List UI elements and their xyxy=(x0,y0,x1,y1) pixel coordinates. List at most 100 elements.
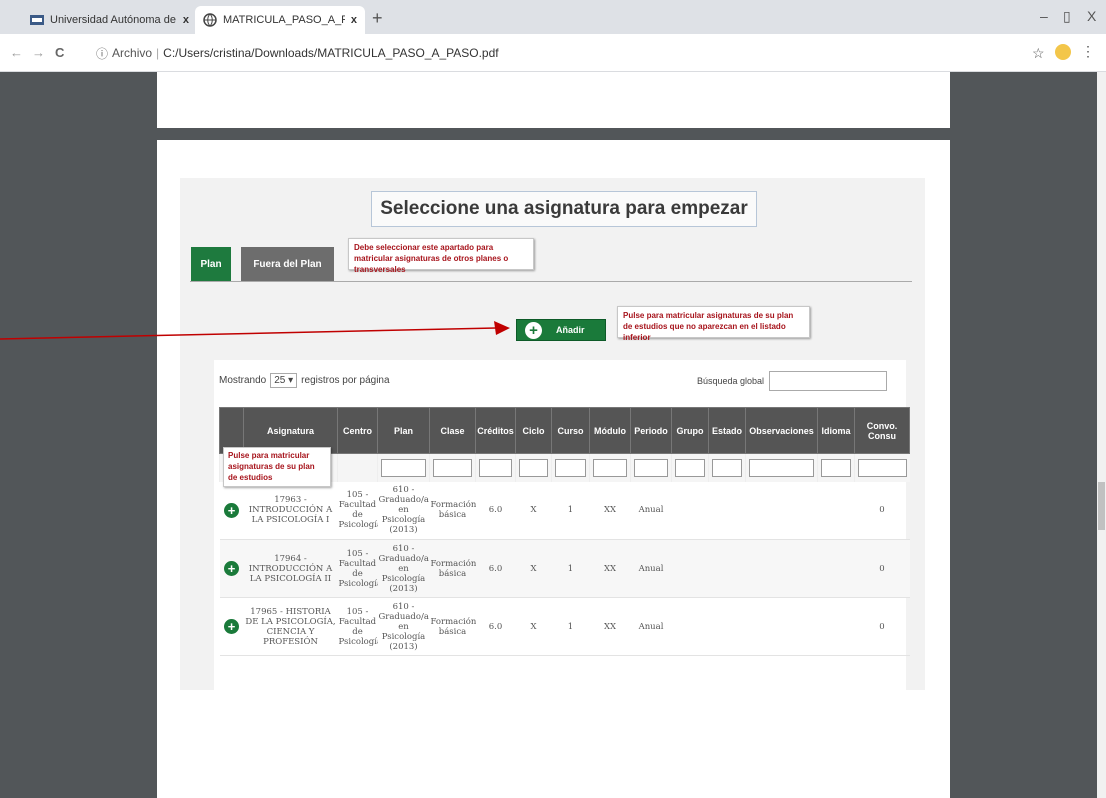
pdf-page xyxy=(157,72,950,128)
column-header[interactable]: Estado xyxy=(708,407,746,454)
add-button-label: Añadir xyxy=(556,325,585,335)
filter-input[interactable] xyxy=(555,458,586,477)
column-header[interactable]: Idioma xyxy=(817,407,855,454)
cell-creditos: 6.0 xyxy=(475,597,516,656)
cell-asignatura: 17964 - INTRODUCCIÓN A LA PSICOLOGÍA II xyxy=(243,539,338,598)
close-tab-icon[interactable]: x xyxy=(351,14,357,26)
row-add-cell: + xyxy=(219,539,244,598)
filter-input[interactable] xyxy=(479,458,512,477)
new-tab-button[interactable]: + xyxy=(372,8,383,29)
cell-grupo xyxy=(671,539,709,598)
filter-input[interactable] xyxy=(381,458,426,477)
cell-idioma xyxy=(817,481,855,540)
filter-input[interactable] xyxy=(519,458,548,477)
cell-periodo: Anual xyxy=(630,481,672,540)
add-row-icon[interactable]: + xyxy=(224,502,239,518)
column-header[interactable]: Periodo xyxy=(630,407,672,454)
cell-modulo: XX xyxy=(589,597,631,656)
tab-pdf[interactable]: MATRICULA_PASO_A_PASO.pdf x xyxy=(195,6,365,34)
row-add-cell: + xyxy=(219,597,244,656)
filter-input[interactable] xyxy=(593,458,627,477)
page-length-select[interactable]: 25 ▾ xyxy=(270,373,298,388)
column-header[interactable]: Grupo xyxy=(671,407,709,454)
scrollbar[interactable] xyxy=(1097,72,1106,798)
filter-input[interactable] xyxy=(821,458,851,477)
filter-input[interactable] xyxy=(858,458,907,477)
cell-curso: 1 xyxy=(551,539,590,598)
cell-ciclo: X xyxy=(515,539,552,598)
divider xyxy=(190,281,912,282)
filter-cell xyxy=(475,453,516,482)
add-row-icon[interactable]: + xyxy=(224,619,239,634)
add-row-icon[interactable]: + xyxy=(224,561,239,576)
callout-add: Pulse para matricular asignaturas de su … xyxy=(617,306,810,342)
column-header[interactable]: Módulo xyxy=(589,407,631,454)
url-text[interactable]: C:/Users/cristina/Downloads/MATRICULA_PA… xyxy=(163,46,498,60)
profile-avatar[interactable] xyxy=(1055,44,1071,60)
minimize-button[interactable]: – xyxy=(1040,8,1048,24)
filter-cell xyxy=(377,453,430,482)
cell-estado xyxy=(708,481,746,540)
globe-icon xyxy=(203,13,217,27)
column-header[interactable]: Créditos xyxy=(475,407,516,454)
cell-ciclo: X xyxy=(515,481,552,540)
cell-modulo: XX xyxy=(589,481,631,540)
subject-list: Mostrando 25 ▾ registros por página Búsq… xyxy=(214,360,910,690)
reload-button[interactable]: C xyxy=(55,45,64,60)
filter-input[interactable] xyxy=(675,458,705,477)
filter-cell xyxy=(337,453,378,482)
table-row: + 17964 - INTRODUCCIÓN A LA PSICOLOGÍA I… xyxy=(219,539,910,598)
info-icon[interactable]: ⓘ xyxy=(96,45,108,62)
global-search: Búsqueda global xyxy=(697,371,888,391)
filter-input[interactable] xyxy=(749,458,814,477)
site-label: Archivo xyxy=(112,46,153,60)
tab-title: MATRICULA_PASO_A_PASO.pdf xyxy=(223,14,345,26)
maximize-button[interactable]: ▯ xyxy=(1063,8,1071,25)
column-header[interactable]: Clase xyxy=(429,407,476,454)
cell-periodo: Anual xyxy=(630,597,672,656)
column-header[interactable]: Observaciones xyxy=(745,407,818,454)
add-button[interactable]: + Añadir xyxy=(516,319,606,341)
length-label: Mostrando xyxy=(219,375,267,386)
address-bar[interactable]: ⓘ Archivo | C:/Users/cristina/Downloads/… xyxy=(96,41,1011,65)
cell-curso: 1 xyxy=(551,481,590,540)
search-input[interactable] xyxy=(769,371,888,391)
tab-plan[interactable]: Plan xyxy=(191,247,231,282)
filter-input[interactable] xyxy=(433,458,472,477)
column-header[interactable]: Plan xyxy=(377,407,430,454)
column-header[interactable]: Centro xyxy=(337,407,378,454)
bookmark-star-icon[interactable]: ☆ xyxy=(1032,45,1045,62)
cell-idioma xyxy=(817,597,855,656)
cell-observaciones xyxy=(745,481,818,540)
toolbar: ← → C ⓘ Archivo | C:/Users/cristina/Down… xyxy=(0,34,1106,72)
column-header[interactable]: Curso xyxy=(551,407,590,454)
scroll-thumb[interactable] xyxy=(1098,482,1105,530)
separator: | xyxy=(156,46,160,60)
cell-observaciones xyxy=(745,597,818,656)
cell-centro: 105 - Facultad de Psicología xyxy=(337,481,378,540)
close-tab-icon[interactable]: x xyxy=(183,14,189,26)
forward-button[interactable]: → xyxy=(32,45,45,60)
uam-favicon-icon xyxy=(30,15,44,25)
filter-cell xyxy=(708,453,746,482)
column-header[interactable]: Convo. Consu xyxy=(854,407,910,454)
cell-estado xyxy=(708,597,746,656)
length-label: registros por página xyxy=(301,375,390,386)
cell-estado xyxy=(708,539,746,598)
cell-clase: Formación básica xyxy=(429,539,476,598)
tab-universidad[interactable]: Universidad Autónoma de Madri x xyxy=(22,6,197,34)
column-header[interactable]: Ciclo xyxy=(515,407,552,454)
filter-input[interactable] xyxy=(634,458,668,477)
menu-icon[interactable]: ⋮ xyxy=(1081,43,1095,60)
cell-observaciones xyxy=(745,539,818,598)
close-window-button[interactable]: X xyxy=(1087,8,1096,24)
cell-convo: 0 xyxy=(854,481,910,540)
back-button[interactable]: ← xyxy=(10,45,23,60)
cell-creditos: 6.0 xyxy=(475,539,516,598)
tab-fuera-del-plan[interactable]: Fuera del Plan xyxy=(241,247,334,282)
callout-row-add: Pulse para matricular asignaturas de su … xyxy=(223,447,331,487)
filter-input[interactable] xyxy=(712,458,742,477)
cell-asignatura: 17963 - INTRODUCCIÓN A LA PSICOLOGÍA I xyxy=(243,481,338,540)
filter-cell xyxy=(429,453,476,482)
filter-cell xyxy=(745,453,818,482)
